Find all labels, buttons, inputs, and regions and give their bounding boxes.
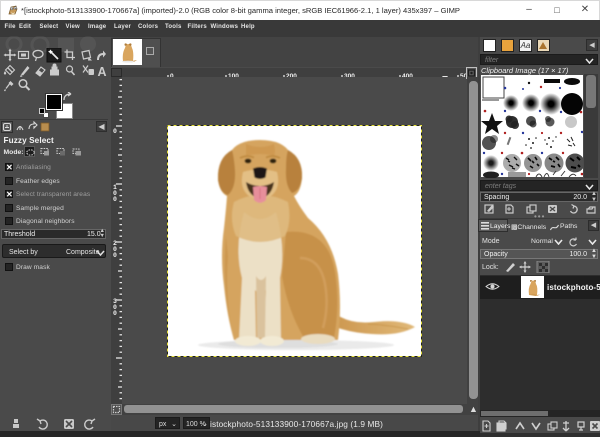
svg-text:0: 0 <box>113 252 117 259</box>
svg-text:0: 0 <box>113 310 117 317</box>
svg-text:A: A <box>98 65 107 79</box>
svg-text:0: 0 <box>113 196 117 203</box>
svg-text:0: 0 <box>113 128 117 135</box>
